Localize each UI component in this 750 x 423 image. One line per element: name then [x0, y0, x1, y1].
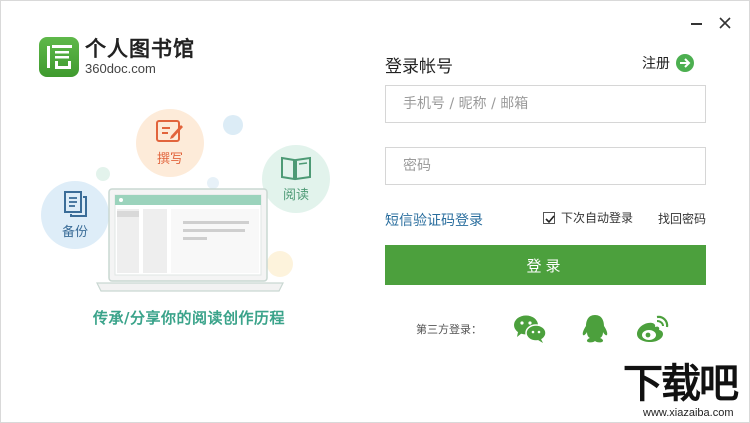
weibo-login-button[interactable]	[635, 314, 669, 344]
auto-login-option[interactable]: 下次自动登录	[543, 209, 633, 226]
feature-write: 撰写	[136, 109, 204, 177]
app-title: 个人图书馆	[85, 36, 195, 61]
password-input[interactable]	[385, 147, 706, 185]
wechat-icon	[514, 315, 547, 343]
watermark-logo-text: 下载吧	[623, 361, 739, 407]
decor-bubble	[223, 115, 243, 135]
close-button[interactable]	[715, 13, 735, 33]
auto-login-label: 下次自动登录	[561, 211, 634, 225]
edit-icon	[156, 120, 183, 142]
slogan: 传承/分享你的阅读创作历程	[93, 309, 285, 327]
close-icon	[719, 17, 731, 29]
feature-read-label: 阅读	[282, 188, 309, 203]
qq-icon	[582, 315, 608, 343]
app-url: 360doc.com	[85, 61, 156, 76]
account-input[interactable]	[385, 85, 706, 123]
app-logo: 个人图书馆 360doc.com	[39, 37, 195, 77]
qq-login-button[interactable]	[578, 314, 612, 344]
register-link[interactable]: 注册	[642, 53, 694, 73]
auto-login-checkbox[interactable]	[543, 211, 555, 224]
document-copy-icon	[64, 191, 87, 217]
site-watermark: 下载吧 www.xiazaiba.com	[613, 363, 747, 421]
watermark-url: www.xiazaiba.com	[643, 407, 734, 419]
wechat-login-button[interactable]	[513, 314, 547, 344]
arrow-right-icon	[676, 54, 694, 72]
feature-illustration: 撰写 阅读 备份	[1, 91, 361, 321]
library-logo-icon	[39, 37, 79, 77]
feature-backup-label: 备份	[61, 225, 88, 240]
login-window: 个人图书馆 360doc.com 撰写 阅读 备份 传承/分享你的阅读创作历程 …	[0, 0, 750, 423]
weibo-icon	[637, 315, 669, 342]
laptop-illustration	[96, 188, 284, 292]
register-label: 注册	[642, 56, 670, 72]
sms-login-link[interactable]: 短信验证码登录	[385, 210, 483, 230]
login-title: 登录帐号	[385, 57, 453, 77]
decor-bubble	[96, 167, 110, 181]
third-party-login-label: 第三方登录：	[416, 323, 482, 336]
feature-write-label: 撰写	[156, 152, 183, 167]
login-button[interactable]: 登录	[385, 245, 706, 285]
forgot-password-link[interactable]: 找回密码	[658, 210, 706, 227]
checkmark-icon	[545, 214, 555, 223]
book-icon	[281, 156, 311, 181]
minimize-button[interactable]	[687, 13, 707, 33]
